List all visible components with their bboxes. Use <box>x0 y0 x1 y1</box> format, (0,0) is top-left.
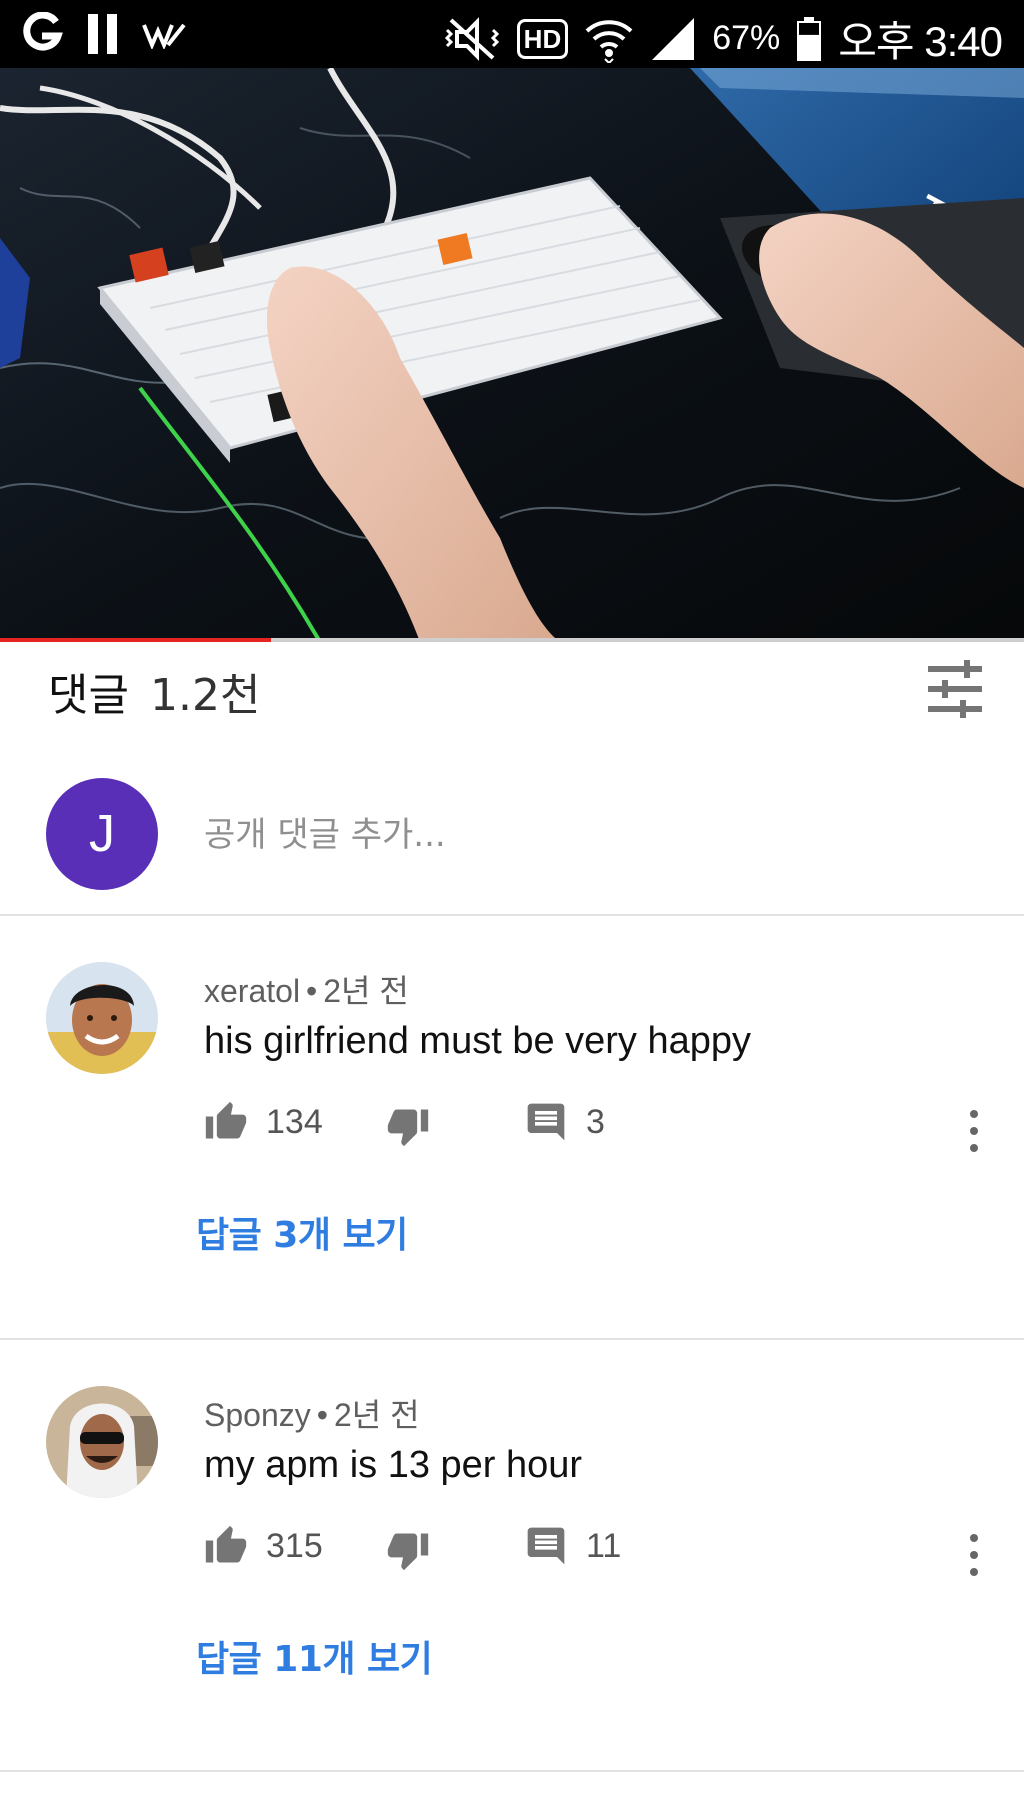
comment-author[interactable]: Sponzy <box>204 1397 311 1433</box>
comments-header: 댓글 1.2천 <box>0 644 1024 774</box>
avatar-photo <box>46 1386 158 1498</box>
like-count: 315 <box>266 1526 323 1565</box>
view-replies-link[interactable]: 답글 11개 보기 <box>196 1630 433 1682</box>
signal-icon <box>652 17 695 60</box>
more-options-icon[interactable] <box>954 1530 994 1580</box>
reply-comment-icon <box>527 1103 565 1141</box>
comments-title: 댓글 <box>48 670 129 721</box>
add-comment-row: J <box>0 774 1024 916</box>
comment-meta: Sponzy • 2년 전 <box>204 1390 420 1436</box>
commenter-avatar[interactable] <box>46 1386 158 1498</box>
avatar-letter: J <box>89 805 115 863</box>
add-comment-input[interactable] <box>204 810 964 860</box>
sort-comments-icon[interactable] <box>926 660 984 718</box>
meta-separator: • <box>306 973 318 1009</box>
video-frame: TG삼보 <box>0 68 1024 642</box>
comment-thread: Sponzy • 2년 전 my apm is 13 per hour 315 11… <box>0 1340 1024 1772</box>
current-user-avatar[interactable]: J <box>46 778 158 890</box>
like-button[interactable]: 134 <box>204 1100 323 1144</box>
status-clock: 오후 3:40 <box>838 18 1003 65</box>
pause-icon <box>88 14 117 54</box>
reply-button[interactable]: 3 <box>524 1100 605 1144</box>
mute-vibrate-icon <box>444 16 499 61</box>
dislike-button[interactable] <box>386 1104 430 1148</box>
thumbs-down-icon <box>387 1533 429 1571</box>
wifi-icon <box>585 19 633 63</box>
like-button[interactable]: 315 <box>204 1524 323 1568</box>
video-player[interactable]: TG삼보 <box>0 68 1024 642</box>
reply-count: 3 <box>586 1102 605 1141</box>
like-count: 134 <box>266 1102 323 1141</box>
battery-icon <box>797 16 822 61</box>
reply-button[interactable]: 11 <box>524 1524 621 1568</box>
comment-time: 2년 전 <box>323 973 409 1009</box>
meta-separator: • <box>316 1397 328 1433</box>
app-notification-icon <box>142 23 186 49</box>
avatar-photo <box>46 962 158 1074</box>
reply-comment-icon <box>527 1527 565 1565</box>
view-replies-link[interactable]: 답글 3개 보기 <box>196 1206 408 1258</box>
thumbs-up-icon <box>205 1101 247 1139</box>
comment-actions: 134 3 <box>204 1100 994 1170</box>
video-progress-played <box>0 638 272 642</box>
video-progress-bar[interactable] <box>0 638 1024 642</box>
status-bar: HD 67% 오후 3:40 <box>0 0 1024 68</box>
comment-author[interactable]: xeratol <box>204 973 300 1009</box>
more-options-icon[interactable] <box>954 1106 994 1156</box>
comment-time: 2년 전 <box>333 1397 420 1433</box>
thumbs-down-icon <box>387 1109 429 1147</box>
battery-percent: 67% <box>712 19 781 57</box>
comment-text: his girlfriend must be very happy <box>204 1020 752 1062</box>
comment-text: my apm is 13 per hour <box>204 1444 583 1486</box>
commenter-avatar[interactable] <box>46 962 158 1074</box>
comment-thread: xeratol • 2년 전 his girlfriend must be very… <box>0 916 1024 1340</box>
hd-voice-icon: HD <box>516 18 569 59</box>
reply-count: 11 <box>586 1526 622 1565</box>
comment-meta: xeratol • 2년 전 <box>204 966 409 1012</box>
thumbs-up-icon <box>205 1525 247 1563</box>
notification-app-icon <box>23 12 63 51</box>
comments-count: 1.2천 <box>150 670 261 721</box>
comment-actions: 315 11 <box>204 1524 994 1594</box>
dislike-button[interactable] <box>386 1528 430 1572</box>
